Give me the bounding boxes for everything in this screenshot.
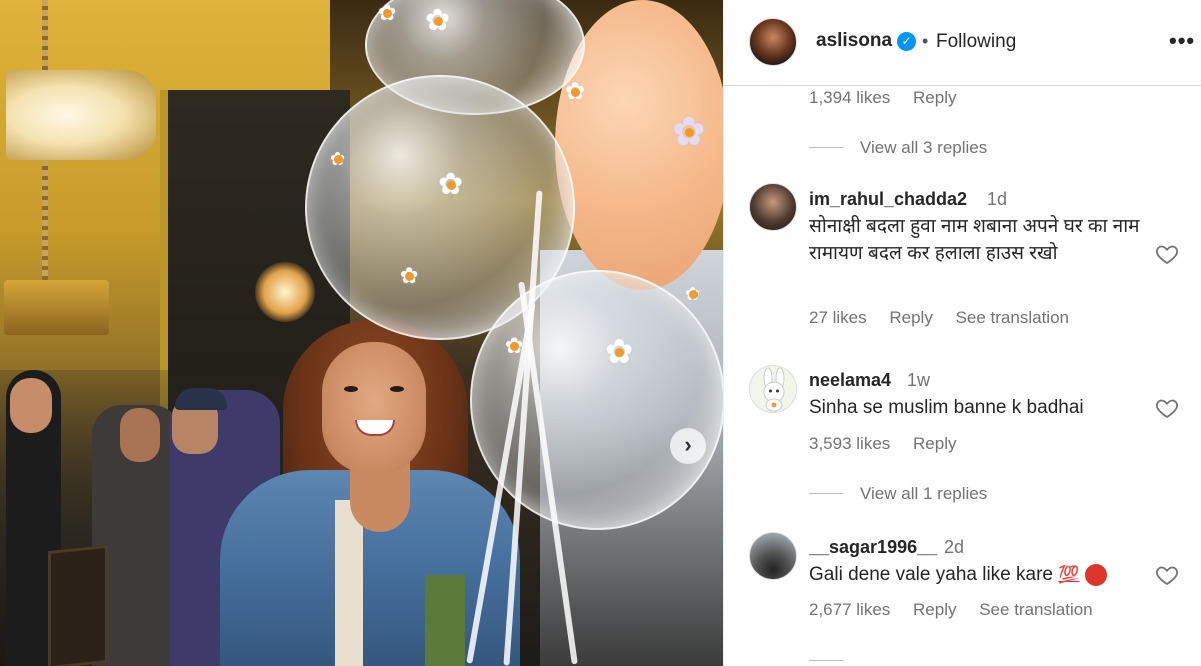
reply-button[interactable]: Reply [913, 88, 956, 107]
chevron-right-icon: › [684, 432, 692, 457]
commenter-username[interactable]: im_rahul_chadda2 [809, 189, 967, 210]
comment-text: Sinha se muslim banne k badhai [809, 397, 1084, 418]
view-replies-divider [809, 660, 843, 661]
daisy-icon: ✿ [672, 110, 706, 154]
daisy-icon: ✿ [438, 168, 464, 201]
comment-time[interactable]: 1d [987, 189, 1007, 210]
view-replies-button[interactable]: View all 1 replies [860, 484, 987, 504]
separator-dot: • [922, 31, 929, 51]
photo-person-face [120, 408, 160, 462]
view-replies-divider [809, 147, 843, 148]
angry-face-emoji-icon [1084, 563, 1107, 586]
daisy-icon: ✿ [605, 333, 634, 371]
daisy-icon: ✿ [400, 263, 419, 288]
comment-meta: 27 likes Reply See translation [809, 308, 1087, 328]
author-avatar[interactable] [749, 18, 797, 66]
photo-menu-board [48, 544, 108, 666]
daisy-icon: ✿ [330, 149, 346, 169]
photo-wall-light [255, 262, 315, 322]
hundred-points-emoji-icon: 💯 [1058, 565, 1080, 584]
daisy-icon: ✿ [565, 78, 586, 105]
comment-time[interactable]: 1w [907, 370, 930, 391]
ellipsis-icon[interactable]: ••• [1169, 28, 1195, 54]
woman-face [322, 342, 426, 474]
photo-person-face [10, 378, 52, 433]
comment-text-body: Gali dene vale yaha like kare [809, 564, 1053, 585]
reply-button[interactable]: Reply [913, 434, 956, 453]
photo-person-cap [175, 388, 227, 410]
reply-button[interactable]: Reply [913, 600, 956, 619]
see-translation-button[interactable]: See translation [979, 600, 1092, 619]
commenter-username[interactable]: neelama4 [809, 370, 891, 391]
view-replies-button[interactable]: View all 3 replies [860, 138, 987, 158]
view-replies-divider [809, 493, 843, 494]
photo-lamp [6, 70, 156, 160]
comment-text: सोनाक्षी बदला हुवा नाम शबाना अपने घर का … [809, 216, 1140, 264]
heart-icon[interactable] [1155, 563, 1179, 587]
likes-count[interactable]: 3,593 likes [809, 434, 890, 453]
heart-icon[interactable] [1155, 242, 1179, 266]
woman-top [425, 575, 465, 666]
following-button[interactable]: Following [936, 31, 1016, 53]
woman-eye [390, 386, 404, 392]
author-username[interactable]: aslisona [816, 30, 892, 52]
post-header: aslisona ✓ • Following ••• [724, 0, 1201, 86]
post-image[interactable]: ✿ ✿ ✿ ✿ ✿ ✿ ✿ ✿ ✿ ✿ › [0, 0, 723, 666]
reply-button[interactable]: Reply [889, 308, 932, 327]
comment-meta: 2,677 likes Reply See translation [809, 600, 1111, 620]
comment-text: Gali dene vale yaha like kare 💯 [809, 561, 1149, 588]
comment-time[interactable]: 2d [944, 537, 964, 558]
daisy-icon: ✿ [378, 0, 397, 25]
bunny-avatar-icon [763, 367, 785, 412]
likes-count[interactable]: 2,677 likes [809, 600, 890, 619]
comment-meta: 3,593 likes Reply [809, 434, 974, 454]
comments-panel: aslisona ✓ • Following ••• 1,394 likes R… [723, 0, 1201, 666]
likes-count[interactable]: 27 likes [809, 308, 867, 327]
daisy-icon: ✿ [685, 284, 701, 304]
woman-bag-strap [335, 500, 363, 666]
carousel-next-button[interactable]: › [670, 428, 706, 464]
verified-badge-icon: ✓ [897, 32, 916, 51]
commenter-avatar[interactable] [749, 365, 797, 413]
photo-lamp-base [4, 280, 109, 335]
woman-eye [344, 386, 358, 392]
daisy-icon: ✿ [425, 4, 451, 37]
heart-icon[interactable] [1155, 396, 1179, 420]
comment-meta: 1,394 likes Reply [809, 88, 974, 108]
commenter-avatar[interactable] [749, 532, 797, 580]
commenter-avatar[interactable] [749, 183, 797, 231]
likes-count[interactable]: 1,394 likes [809, 88, 890, 107]
see-translation-button[interactable]: See translation [956, 308, 1069, 327]
commenter-username[interactable]: __sagar1996__ [809, 537, 937, 558]
balloon-clear [470, 270, 723, 530]
